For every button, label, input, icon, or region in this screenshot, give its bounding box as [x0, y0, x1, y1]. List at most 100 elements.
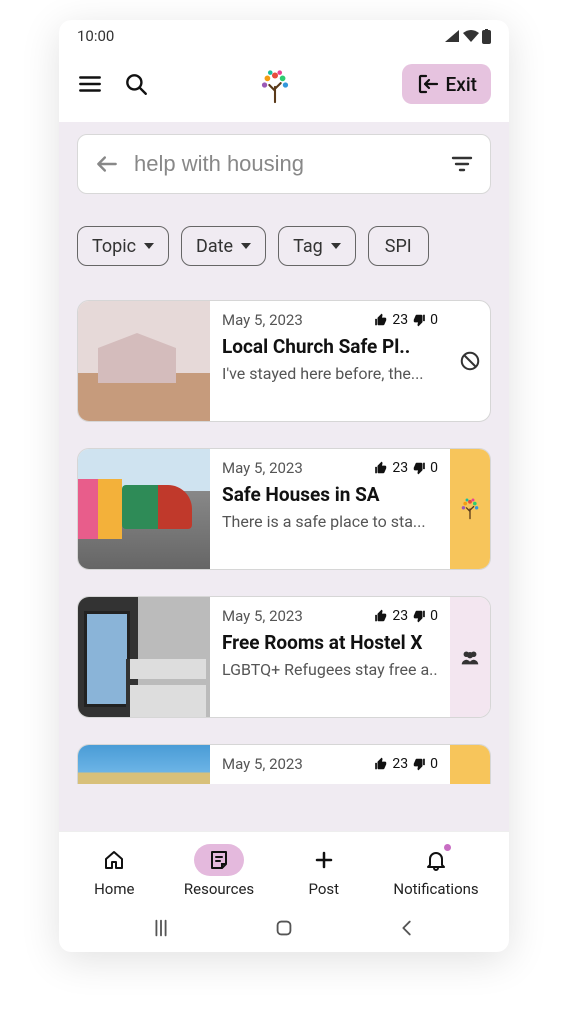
bottom-nav: Home Resources Post Notifications	[59, 831, 509, 904]
search-bar[interactable]	[77, 134, 491, 194]
card-meta: May 5, 2023 23 0	[222, 755, 438, 773]
card-title: Local Church Safe Pl..	[222, 335, 438, 358]
tree-icon	[458, 496, 482, 522]
filter-chip-tag[interactable]: Tag	[278, 226, 356, 266]
card-side-action[interactable]	[450, 745, 490, 784]
nav-home[interactable]: Home	[89, 844, 139, 898]
battery-icon	[482, 29, 491, 44]
upvote-count: 23	[392, 756, 408, 772]
thumbs-down-icon	[412, 609, 426, 623]
card-side-action[interactable]	[450, 597, 490, 717]
card-meta: May 5, 2023 23 0	[222, 607, 438, 625]
filter-chip-date[interactable]: Date	[181, 226, 266, 266]
thumbs-down-icon	[412, 313, 426, 327]
filter-icon[interactable]	[450, 152, 474, 176]
nav-notifications[interactable]: Notifications	[393, 844, 478, 898]
card-body: May 5, 2023 23 0	[210, 745, 450, 784]
signal-icon	[444, 29, 460, 43]
card-body: May 5, 2023 23 0 Safe Houses in SA There…	[210, 449, 450, 569]
note-icon	[207, 848, 231, 872]
card-desc: LGBTQ+ Refugees stay free a..	[222, 660, 438, 679]
card-title: Free Rooms at Hostel X	[222, 631, 438, 654]
exit-button[interactable]: Exit	[402, 64, 491, 104]
phone-frame: 10:00	[59, 20, 509, 952]
downvote-count: 0	[430, 608, 438, 624]
thumbs-down-icon	[412, 757, 426, 771]
upvote-count: 23	[392, 312, 408, 328]
bell-icon	[424, 848, 448, 872]
search-input[interactable]	[134, 151, 436, 177]
status-time: 10:00	[77, 27, 114, 45]
system-nav	[59, 904, 509, 952]
thumbs-up-icon	[374, 609, 388, 623]
wifi-icon	[462, 29, 480, 43]
card-date: May 5, 2023	[222, 311, 303, 329]
block-icon	[459, 350, 481, 372]
chip-label: SPI	[385, 236, 412, 257]
result-card[interactable]: May 5, 2023 23 0 Local Church Safe Pl.. …	[77, 300, 491, 422]
card-date: May 5, 2023	[222, 607, 303, 625]
card-side-action[interactable]	[450, 301, 490, 421]
upvote-count: 23	[392, 460, 408, 476]
nav-label: Post	[308, 880, 339, 898]
thumbs-up-icon	[374, 313, 388, 327]
nav-label: Home	[94, 880, 134, 898]
chip-label: Topic	[92, 236, 136, 257]
chevron-down-icon	[241, 243, 251, 249]
card-side-action[interactable]	[450, 449, 490, 569]
thumbs-up-icon	[374, 461, 388, 475]
menu-button[interactable]	[77, 71, 103, 97]
card-meta: May 5, 2023 23 0	[222, 311, 438, 329]
nav-label: Notifications	[393, 880, 478, 898]
app-logo	[255, 64, 295, 104]
chip-label: Tag	[293, 236, 323, 257]
sys-back-icon[interactable]	[396, 917, 418, 939]
back-arrow-icon[interactable]	[94, 151, 120, 177]
card-desc: I've stayed here before, the...	[222, 364, 438, 383]
exit-icon	[416, 72, 440, 96]
notification-dot	[444, 844, 451, 851]
people-icon	[459, 646, 481, 668]
filter-chip-spi[interactable]: SPI	[368, 226, 429, 266]
card-thumbnail	[78, 301, 210, 421]
plus-icon	[312, 848, 336, 872]
downvote-count: 0	[430, 312, 438, 328]
nav-label: Resources	[184, 880, 254, 898]
card-desc: There is a safe place to sta...	[222, 512, 438, 531]
chevron-down-icon	[144, 243, 154, 249]
card-date: May 5, 2023	[222, 459, 303, 477]
result-card[interactable]: May 5, 2023 23 0 Free Rooms at Hostel X …	[77, 596, 491, 718]
result-card[interactable]: May 5, 2023 23 0	[77, 744, 491, 784]
downvote-count: 0	[430, 460, 438, 476]
menu-icon	[77, 71, 103, 97]
chip-label: Date	[196, 236, 233, 257]
card-date: May 5, 2023	[222, 755, 303, 773]
filter-chip-topic[interactable]: Topic	[77, 226, 169, 266]
search-area	[59, 122, 509, 214]
status-icons	[444, 29, 491, 44]
search-button[interactable]	[123, 71, 149, 97]
card-body: May 5, 2023 23 0 Local Church Safe Pl.. …	[210, 301, 450, 421]
card-body: May 5, 2023 23 0 Free Rooms at Hostel X …	[210, 597, 450, 717]
nav-resources[interactable]: Resources	[184, 844, 254, 898]
card-thumbnail	[78, 449, 210, 569]
downvote-count: 0	[430, 756, 438, 772]
sys-recent-icon[interactable]	[150, 917, 172, 939]
exit-label: Exit	[446, 73, 477, 96]
card-thumbnail	[78, 745, 210, 784]
chevron-down-icon	[331, 243, 341, 249]
thumbs-down-icon	[412, 461, 426, 475]
upvote-count: 23	[392, 608, 408, 624]
filter-chip-row: Topic Date Tag SPI	[59, 214, 509, 290]
nav-post[interactable]: Post	[299, 844, 349, 898]
status-bar: 10:00	[59, 20, 509, 52]
card-list[interactable]: May 5, 2023 23 0 Local Church Safe Pl.. …	[59, 290, 509, 831]
sys-home-icon[interactable]	[273, 917, 295, 939]
home-icon	[102, 848, 126, 872]
thumbs-up-icon	[374, 757, 388, 771]
top-header: Exit	[59, 52, 509, 122]
result-card[interactable]: May 5, 2023 23 0 Safe Houses in SA There…	[77, 448, 491, 570]
search-icon	[123, 71, 149, 97]
card-thumbnail	[78, 597, 210, 717]
card-title: Safe Houses in SA	[222, 483, 438, 506]
